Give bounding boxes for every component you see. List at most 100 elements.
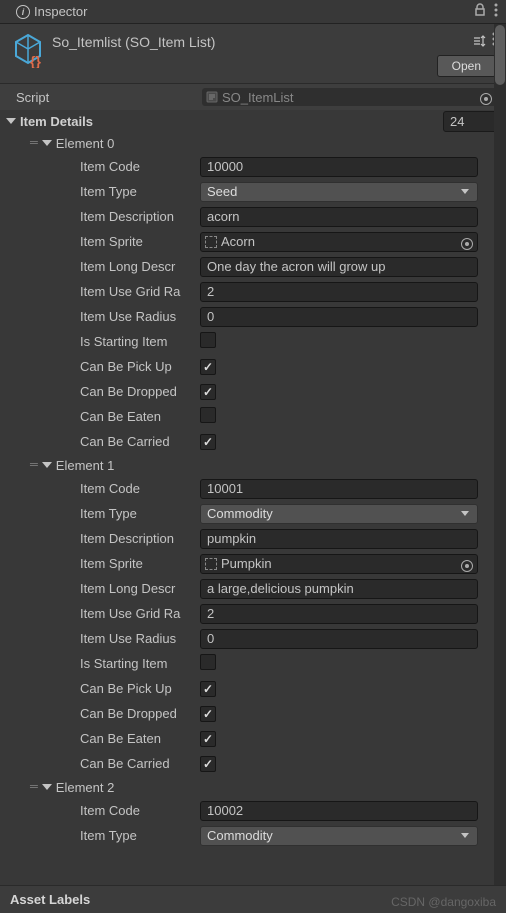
can-be-eaten-checkbox[interactable] <box>200 407 216 423</box>
item-use-grid-radius-input[interactable] <box>200 604 478 624</box>
can-be-pick-up-label: Can Be Pick Up <box>80 359 200 374</box>
scriptable-object-icon: {} <box>10 32 42 64</box>
item-long-descr-label: Item Long Descr <box>80 581 200 596</box>
item-long-descr-input[interactable] <box>200 257 478 277</box>
item-code-label: Item Code <box>80 481 200 496</box>
item-use-radius-input[interactable] <box>200 307 478 327</box>
sprite-thumb-icon <box>205 236 217 248</box>
item-type-label: Item Type <box>80 828 200 843</box>
item-use-grid-radius-input[interactable] <box>200 282 478 302</box>
element-2-foldout[interactable]: ═ Element 2 <box>0 776 506 798</box>
object-picker-icon[interactable] <box>461 556 473 572</box>
item-type-label: Item Type <box>80 184 200 199</box>
item-sprite-field[interactable]: Pumpkin <box>200 554 478 574</box>
item-type-dropdown[interactable]: Seed <box>200 182 478 202</box>
preset-icon[interactable] <box>472 34 486 48</box>
can-be-dropped-checkbox[interactable] <box>200 706 216 722</box>
item-code-row: Item Code <box>0 476 506 501</box>
can-be-carried-row: Can Be Carried <box>0 751 506 776</box>
item-sprite-label: Item Sprite <box>80 556 200 571</box>
item-code-input[interactable] <box>200 801 478 821</box>
item-details-foldout[interactable]: Item Details <box>0 110 506 132</box>
item-long-descr-row: Item Long Descr <box>0 254 506 279</box>
element-1-foldout[interactable]: ═ Element 1 <box>0 454 506 476</box>
item-use-grid-radius-row: Item Use Grid Ra <box>0 279 506 304</box>
can-be-eaten-label: Can Be Eaten <box>80 409 200 424</box>
item-description-input[interactable] <box>200 207 478 227</box>
item-sprite-row: Item Sprite Acorn <box>0 229 506 254</box>
item-code-label: Item Code <box>80 803 200 818</box>
item-type-row: Item Type Seed <box>0 179 506 204</box>
can-be-pick-up-checkbox[interactable] <box>200 681 216 697</box>
drag-handle-icon[interactable]: ═ <box>30 459 38 471</box>
item-sprite-row: Item Sprite Pumpkin <box>0 551 506 576</box>
is-starting-item-row: Is Starting Item <box>0 329 506 354</box>
inspector-content: Script SO_ItemList Item Details ═ Elemen… <box>0 84 506 848</box>
item-use-radius-label: Item Use Radius <box>80 309 200 324</box>
asset-header: {} So_Itemlist (SO_Item List) Open <box>0 24 506 84</box>
item-description-label: Item Description <box>80 209 200 224</box>
item-type-row: Item Type Commodity <box>0 823 506 848</box>
inspector-tab[interactable]: i Inspector <box>8 1 95 22</box>
script-row: Script SO_ItemList <box>0 84 506 110</box>
foldout-arrow-icon <box>42 784 52 790</box>
item-type-row: Item Type Commodity <box>0 501 506 526</box>
drag-handle-icon[interactable]: ═ <box>30 781 38 793</box>
element-name: Element 2 <box>56 780 115 795</box>
is-starting-item-row: Is Starting Item <box>0 651 506 676</box>
object-picker-icon[interactable] <box>461 234 473 250</box>
item-use-radius-input[interactable] <box>200 629 478 649</box>
item-code-row: Item Code <box>0 154 506 179</box>
can-be-carried-checkbox[interactable] <box>200 434 216 450</box>
scrollbar[interactable] <box>494 24 506 913</box>
item-use-grid-radius-label: Item Use Grid Ra <box>80 284 200 299</box>
can-be-pick-up-checkbox[interactable] <box>200 359 216 375</box>
can-be-eaten-checkbox[interactable] <box>200 731 216 747</box>
object-picker-icon[interactable] <box>480 89 492 105</box>
can-be-dropped-label: Can Be Dropped <box>80 384 200 399</box>
open-button[interactable]: Open <box>437 55 496 77</box>
element-name: Element 0 <box>56 136 115 151</box>
script-label: Script <box>16 90 202 105</box>
scroll-thumb[interactable] <box>495 25 505 85</box>
is-starting-item-checkbox[interactable] <box>200 332 216 348</box>
item-use-radius-row: Item Use Radius <box>0 304 506 329</box>
item-sprite-field[interactable]: Acorn <box>200 232 478 252</box>
element-name: Element 1 <box>56 458 115 473</box>
asset-labels-label: Asset Labels <box>10 892 90 907</box>
array-size-field[interactable] <box>443 111 498 132</box>
kebab-icon[interactable] <box>494 3 498 20</box>
element-0-foldout[interactable]: ═ Element 0 <box>0 132 506 154</box>
is-starting-item-checkbox[interactable] <box>200 654 216 670</box>
item-long-descr-input[interactable] <box>200 579 478 599</box>
item-description-input[interactable] <box>200 529 478 549</box>
tab-title: Inspector <box>34 4 87 19</box>
can-be-eaten-label: Can Be Eaten <box>80 731 200 746</box>
item-description-row: Item Description <box>0 204 506 229</box>
asset-title: So_Itemlist (SO_Item List) <box>52 32 427 50</box>
item-sprite-value: Pumpkin <box>221 556 272 571</box>
can-be-dropped-row: Can Be Dropped <box>0 379 506 404</box>
can-be-dropped-checkbox[interactable] <box>200 384 216 400</box>
sprite-thumb-icon <box>205 558 217 570</box>
can-be-carried-checkbox[interactable] <box>200 756 216 772</box>
can-be-dropped-label: Can Be Dropped <box>80 706 200 721</box>
item-code-label: Item Code <box>80 159 200 174</box>
is-starting-item-label: Is Starting Item <box>80 656 200 671</box>
item-use-grid-radius-label: Item Use Grid Ra <box>80 606 200 621</box>
item-type-dropdown[interactable]: Commodity <box>200 504 478 524</box>
can-be-carried-label: Can Be Carried <box>80 756 200 771</box>
foldout-arrow-icon <box>6 118 16 124</box>
item-use-radius-label: Item Use Radius <box>80 631 200 646</box>
can-be-carried-label: Can Be Carried <box>80 434 200 449</box>
drag-handle-icon[interactable]: ═ <box>30 137 38 149</box>
item-code-input[interactable] <box>200 157 478 177</box>
can-be-pick-up-label: Can Be Pick Up <box>80 681 200 696</box>
item-long-descr-row: Item Long Descr <box>0 576 506 601</box>
item-code-input[interactable] <box>200 479 478 499</box>
can-be-pick-up-row: Can Be Pick Up <box>0 354 506 379</box>
item-type-dropdown[interactable]: Commodity <box>200 826 478 846</box>
script-field[interactable]: SO_ItemList <box>202 88 498 106</box>
lock-icon[interactable] <box>474 3 486 20</box>
can-be-eaten-row: Can Be Eaten <box>0 404 506 429</box>
